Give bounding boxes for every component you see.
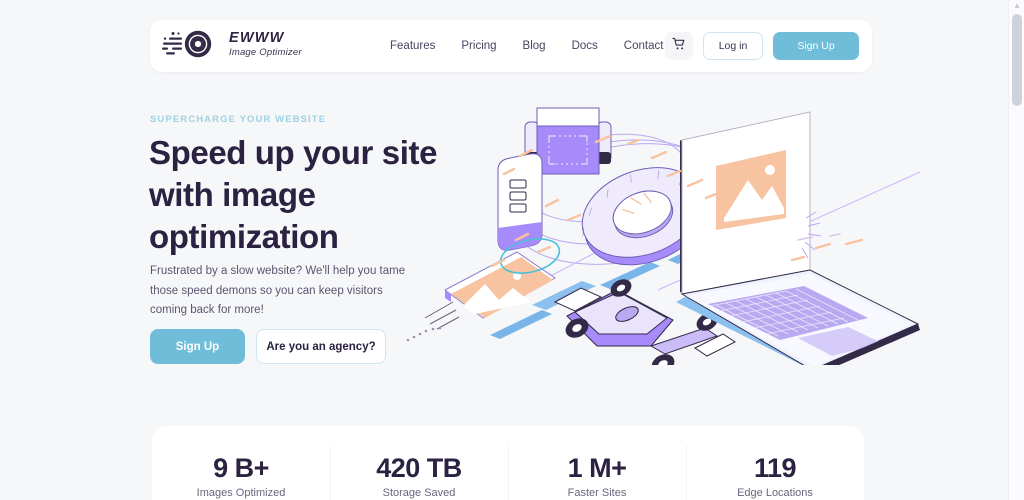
signup-button-hero[interactable]: Sign Up [150, 329, 245, 364]
header-actions: Log in Sign Up [665, 20, 859, 72]
stat-value: 119 [753, 453, 797, 483]
scroll-up-arrow-icon[interactable]: ▲ [1012, 1, 1022, 11]
stat-label: Storage Saved [382, 487, 456, 499]
stat-label: Edge Locations [737, 487, 813, 499]
hero-actions: Sign Up Are you an agency? [150, 329, 386, 364]
shopping-cart-icon [672, 37, 686, 56]
nav-link-features[interactable]: Features [390, 40, 435, 52]
stats-card: 9 B+ Images Optimized 420 TB Storage Sav… [152, 426, 864, 500]
site-header: EWWW Image Optimizer Features Pricing Bl… [150, 20, 872, 72]
main-navigation: Features Pricing Blog Docs Contact [390, 20, 663, 72]
camera-shutter-speed-icon [162, 29, 220, 59]
stat-images-optimized: 9 B+ Images Optimized [152, 426, 330, 500]
nav-link-docs[interactable]: Docs [572, 40, 598, 52]
stat-value: 9 B+ [213, 453, 269, 483]
stat-label: Faster Sites [567, 487, 627, 499]
nav-link-contact[interactable]: Contact [624, 40, 664, 52]
page-canvas: EWWW Image Optimizer Features Pricing Bl… [0, 0, 1008, 500]
login-button[interactable]: Log in [703, 32, 763, 60]
hero-eyebrow: SUPERCHARGE YOUR WEBSITE [150, 114, 327, 125]
hero-illustration [400, 100, 921, 404]
brand-name: EWWW [229, 30, 285, 46]
nav-link-pricing[interactable]: Pricing [461, 40, 496, 52]
nav-link-blog[interactable]: Blog [523, 40, 546, 52]
stat-value: 420 TB [376, 453, 462, 483]
brand-tagline: Image Optimizer [229, 46, 302, 58]
stats-row: 9 B+ Images Optimized 420 TB Storage Sav… [152, 426, 864, 500]
agency-button[interactable]: Are you an agency? [256, 329, 386, 364]
stat-label: Images Optimized [196, 487, 286, 499]
signup-button-header[interactable]: Sign Up [773, 32, 859, 60]
vertical-scrollbar[interactable]: ▲ [1008, 0, 1024, 500]
brand-logo[interactable]: EWWW Image Optimizer [162, 29, 302, 59]
stat-faster-sites: 1 M+ Faster Sites [508, 426, 686, 500]
cart-button[interactable] [665, 32, 693, 60]
stat-value: 1 M+ [567, 453, 627, 483]
stat-storage-saved: 420 TB Storage Saved [330, 426, 508, 500]
hero-subtitle: Frustrated by a slow website? We'll help… [150, 265, 406, 316]
page-title: Speed up your site with image optimizati… [149, 134, 438, 255]
stat-edge-locations: 119 Edge Locations [686, 426, 864, 500]
scrollbar-thumb[interactable] [1012, 14, 1022, 106]
